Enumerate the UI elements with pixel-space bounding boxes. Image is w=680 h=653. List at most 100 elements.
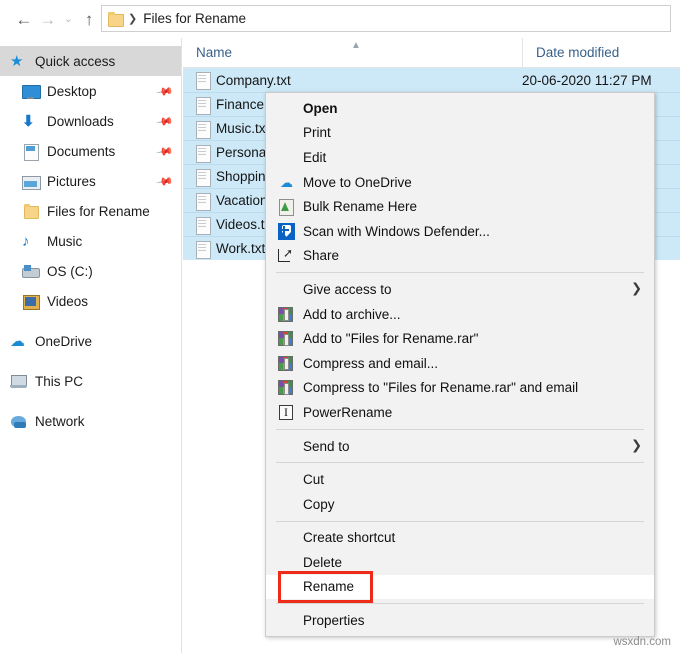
cloud-icon: ☁ (10, 333, 27, 350)
text-file-icon (196, 145, 209, 161)
sidebar-item-downloads[interactable]: ⬇ Downloads 📌 (0, 106, 181, 136)
menu-item-label: Move to OneDrive (303, 175, 412, 190)
menu-separator (276, 603, 644, 604)
menu-item-edit[interactable]: Edit (266, 145, 654, 170)
forward-button[interactable]: → (36, 4, 60, 34)
menu-item-copy[interactable]: Copy (266, 492, 654, 517)
menu-item-label: Compress and email... (303, 356, 438, 371)
download-icon: ⬇ (22, 113, 39, 130)
document-icon (22, 143, 39, 160)
breadcrumb-separator: ❯ (126, 12, 139, 25)
pin-icon: 📌 (156, 115, 169, 128)
column-header-name[interactable]: Name ▲ (183, 38, 522, 68)
caret-up-icon: ▲ (351, 40, 361, 51)
file-name: Company.txt (216, 73, 291, 88)
text-file-icon (196, 169, 209, 185)
menu-item-add-to-rar[interactable]: Add to "Files for Rename.rar" (266, 326, 654, 351)
menu-item-label: Open (303, 101, 338, 116)
winrar-icon (276, 355, 297, 372)
pictures-icon (22, 173, 39, 190)
sidebar-item-files-for-rename[interactable]: Files for Rename (0, 196, 181, 226)
menu-item-delete[interactable]: Delete (266, 550, 654, 575)
sidebar-item-pictures[interactable]: Pictures 📌 (0, 166, 181, 196)
menu-separator (276, 429, 644, 430)
sidebar-item-label: This PC (35, 374, 83, 389)
sidebar-spacer (0, 356, 181, 366)
sidebar-item-label: OS (C:) (47, 264, 93, 279)
sidebar-item-documents[interactable]: Documents 📌 (0, 136, 181, 166)
recent-locations-button[interactable]: ⌄ (60, 4, 77, 34)
drive-icon (22, 263, 39, 280)
menu-item-compress-to-rar-and-email[interactable]: Compress to "Files for Rename.rar" and e… (266, 376, 654, 401)
pin-icon: 📌 (156, 85, 169, 98)
file-name: Work.txt (216, 241, 265, 256)
sidebar-item-music[interactable]: ♪ Music (0, 226, 181, 256)
table-row[interactable]: Company.txt 20-06-2020 11:27 PM (183, 68, 680, 92)
sidebar-item-label: OneDrive (35, 334, 92, 349)
menu-item-label: PowerRename (303, 405, 392, 420)
file-date-modified: 20-06-2020 11:27 PM (522, 73, 652, 88)
column-header-label: Name (196, 45, 232, 60)
menu-item-label: Give access to (303, 282, 392, 297)
text-file-icon (196, 97, 209, 113)
menu-item-rename[interactable]: Rename (266, 575, 654, 600)
sidebar-item-label: Quick access (35, 54, 115, 69)
menu-item-share[interactable]: Share (266, 244, 654, 269)
sidebar-item-videos[interactable]: Videos (0, 286, 181, 316)
file-explorer-window: ← → ⌄ ↑ ❯ Files for Rename ★ Quick acces… (0, 0, 680, 653)
menu-item-scan-with-windows-defender[interactable]: Scan with Windows Defender... (266, 219, 654, 244)
column-header-label: Date modified (536, 45, 619, 60)
navigation-toolbar: ← → ⌄ ↑ ❯ Files for Rename (0, 0, 680, 38)
sidebar-item-onedrive[interactable]: ☁ OneDrive (0, 326, 181, 356)
menu-item-powerrename[interactable]: PowerRename (266, 400, 654, 425)
address-bar[interactable]: ❯ Files for Rename (101, 5, 671, 32)
menu-item-give-access-to[interactable]: Give access to ❯ (266, 277, 654, 302)
menu-item-label: Print (303, 125, 331, 140)
chevron-right-icon: ❯ (631, 439, 642, 454)
text-file-icon (196, 121, 209, 137)
menu-item-properties[interactable]: Properties (266, 608, 654, 633)
menu-item-label: Scan with Windows Defender... (303, 224, 490, 239)
winrar-icon (276, 330, 297, 347)
sidebar-item-label: Documents (47, 144, 115, 159)
sidebar-item-network[interactable]: Network (0, 406, 181, 436)
sidebar-item-desktop[interactable]: Desktop 📌 (0, 76, 181, 106)
pc-icon (10, 373, 27, 390)
menu-item-cut[interactable]: Cut (266, 467, 654, 492)
column-header-date-modified[interactable]: Date modified (522, 38, 680, 68)
breadcrumb-path[interactable]: Files for Rename (143, 11, 246, 26)
menu-item-label: Create shortcut (303, 530, 395, 545)
pin-icon: 📌 (156, 175, 169, 188)
text-file-icon (196, 193, 209, 209)
menu-item-label: Properties (303, 613, 365, 628)
menu-item-compress-and-email[interactable]: Compress and email... (266, 351, 654, 376)
sidebar-item-label: Network (35, 414, 85, 429)
menu-item-print[interactable]: Print (266, 121, 654, 146)
sidebar-item-label: Desktop (47, 84, 97, 99)
sidebar-item-this-pc[interactable]: This PC (0, 366, 181, 396)
share-icon (276, 247, 297, 264)
sidebar-item-quick-access[interactable]: ★ Quick access (0, 46, 181, 76)
pin-icon: 📌 (156, 145, 169, 158)
up-button[interactable]: ↑ (77, 4, 101, 34)
menu-item-bulk-rename-here[interactable]: Bulk Rename Here (266, 194, 654, 219)
menu-item-move-to-onedrive[interactable]: ☁ Move to OneDrive (266, 170, 654, 195)
sidebar-spacer (0, 316, 181, 326)
back-button[interactable]: ← (12, 4, 36, 34)
sidebar-item-os-c[interactable]: OS (C:) (0, 256, 181, 286)
winrar-icon (276, 379, 297, 396)
context-menu: Open Print Edit ☁ Move to OneDrive Bulk … (265, 92, 655, 637)
network-icon (10, 413, 27, 430)
menu-item-add-to-archive[interactable]: Add to archive... (266, 302, 654, 327)
menu-separator (276, 521, 644, 522)
text-file-icon (196, 217, 209, 233)
file-name: Music.txt (216, 121, 269, 136)
menu-item-label: Send to (303, 439, 350, 454)
menu-item-open[interactable]: Open (266, 96, 654, 121)
text-file-icon (196, 241, 209, 257)
navigation-pane: ★ Quick access Desktop 📌 ⬇ Downloads 📌 D… (0, 38, 182, 653)
star-icon: ★ (10, 53, 27, 70)
menu-item-send-to[interactable]: Send to ❯ (266, 434, 654, 459)
chevron-right-icon: ❯ (631, 282, 642, 297)
menu-item-create-shortcut[interactable]: Create shortcut (266, 526, 654, 551)
